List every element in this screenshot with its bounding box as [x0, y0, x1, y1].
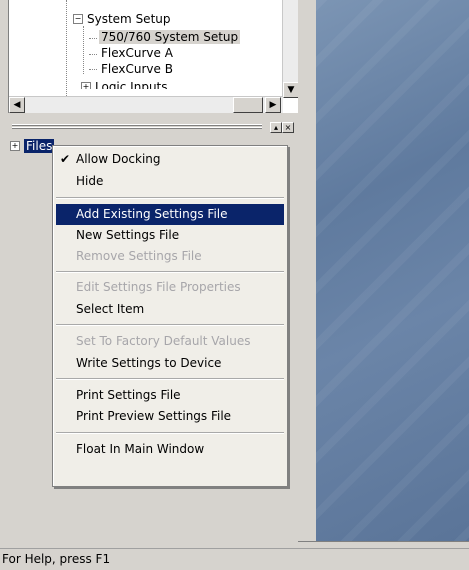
- collapse-icon[interactable]: −: [73, 13, 83, 24]
- menu-item-float-in-main-window[interactable]: Float In Main Window: [56, 439, 284, 460]
- menu-item-label: Edit Settings File Properties: [76, 280, 241, 294]
- arrow-right-icon[interactable]: ▶: [265, 97, 281, 113]
- expand-icon[interactable]: +: [10, 140, 20, 151]
- tree-guide-line: [89, 38, 97, 39]
- menu-item-label: Write Settings to Device: [76, 356, 222, 370]
- menu-item-write-settings-to-device[interactable]: Write Settings to Device: [56, 353, 284, 374]
- menu-item-label: Float In Main Window: [76, 442, 205, 456]
- context-menu[interactable]: ✔ Allow Docking Hide Add Existing Settin…: [52, 145, 288, 487]
- tree-item-label: System Setup: [87, 12, 171, 26]
- menu-separator: [56, 271, 284, 273]
- restore-icon[interactable]: ▴: [270, 122, 282, 133]
- menu-item-label: Set To Factory Default Values: [76, 334, 251, 348]
- tree-item-flexcurve-b[interactable]: FlexCurve B: [101, 62, 173, 77]
- menu-item-select-item[interactable]: Select Item: [56, 299, 284, 320]
- workspace-background: [316, 0, 469, 541]
- tree-item-label: FlexCurve B: [101, 62, 173, 76]
- tree-item-label: FlexCurve A: [101, 46, 173, 60]
- workspace-frame: [298, 0, 316, 548]
- menu-item-label: Add Existing Settings File: [76, 207, 228, 221]
- horizontal-scrollbar[interactable]: ◀ ▶: [9, 96, 283, 113]
- menu-item-add-existing-settings-file[interactable]: Add Existing Settings File: [56, 204, 284, 225]
- menu-separator: [56, 432, 284, 434]
- menu-item-label: Print Preview Settings File: [76, 409, 232, 423]
- menu-item-hide[interactable]: Hide: [56, 171, 284, 192]
- menu-item-label: Select Item: [76, 302, 145, 316]
- tree-guide-line: [66, 0, 67, 98]
- tree-item-files[interactable]: + Files: [10, 138, 55, 154]
- menu-item-print-preview-settings-file[interactable]: Print Preview Settings File: [56, 406, 284, 427]
- status-bar: For Help, press F1: [0, 548, 469, 570]
- tree-guide-line: [89, 54, 97, 55]
- menu-item-label: New Settings File: [76, 228, 180, 242]
- scroll-thumb[interactable]: [233, 97, 263, 113]
- menu-item-set-to-factory-default-values[interactable]: Set To Factory Default Values: [56, 331, 284, 352]
- arrow-down-icon[interactable]: ▼: [283, 82, 299, 98]
- docking-bar[interactable]: ▴ ×: [8, 120, 298, 134]
- files-label[interactable]: Files: [24, 139, 55, 153]
- status-text: For Help, press F1: [2, 552, 111, 566]
- menu-item-allow-docking[interactable]: ✔ Allow Docking: [56, 149, 284, 170]
- menu-item-label: Allow Docking: [76, 152, 161, 166]
- menu-separator: [56, 197, 284, 199]
- tree-item-label: 750/760 System Setup: [99, 30, 241, 44]
- menu-item-label: Remove Settings File: [76, 249, 202, 263]
- tree-item-label: Logic Inputs: [95, 81, 168, 89]
- arrow-left-icon[interactable]: ◀: [9, 97, 25, 113]
- tree-item-logic-inputs[interactable]: + Logic Inputs: [81, 81, 168, 89]
- tree-item-750-760-system-setup[interactable]: 750/760 System Setup: [99, 30, 241, 45]
- checkmark-icon: ✔: [60, 152, 71, 166]
- expand-icon[interactable]: +: [81, 81, 91, 89]
- tree-guide-line: [83, 26, 84, 74]
- tree-item-flexcurve-a[interactable]: FlexCurve A: [101, 46, 173, 61]
- grip-line: [12, 127, 262, 129]
- mdi-workspace[interactable]: [316, 0, 469, 541]
- menu-item-print-settings-file[interactable]: Print Settings File: [56, 385, 284, 406]
- grip-line: [12, 124, 262, 126]
- settings-tree-panel[interactable]: − System Setup 750/760 System Setup FlexC…: [8, 0, 300, 113]
- menu-item-new-settings-file[interactable]: New Settings File: [56, 225, 284, 246]
- menu-item-edit-settings-file-properties[interactable]: Edit Settings File Properties: [56, 277, 284, 298]
- menu-separator: [56, 324, 284, 326]
- menu-separator: [56, 378, 284, 380]
- close-icon[interactable]: ×: [282, 122, 294, 133]
- menu-item-label: Hide: [76, 174, 104, 188]
- tree-guide-line: [89, 69, 97, 70]
- menu-item-label: Print Settings File: [76, 388, 181, 402]
- menu-item-remove-settings-file[interactable]: Remove Settings File: [56, 246, 284, 267]
- tree-item-system-setup[interactable]: − System Setup: [73, 12, 171, 27]
- vertical-scrollbar[interactable]: ▼: [282, 0, 299, 98]
